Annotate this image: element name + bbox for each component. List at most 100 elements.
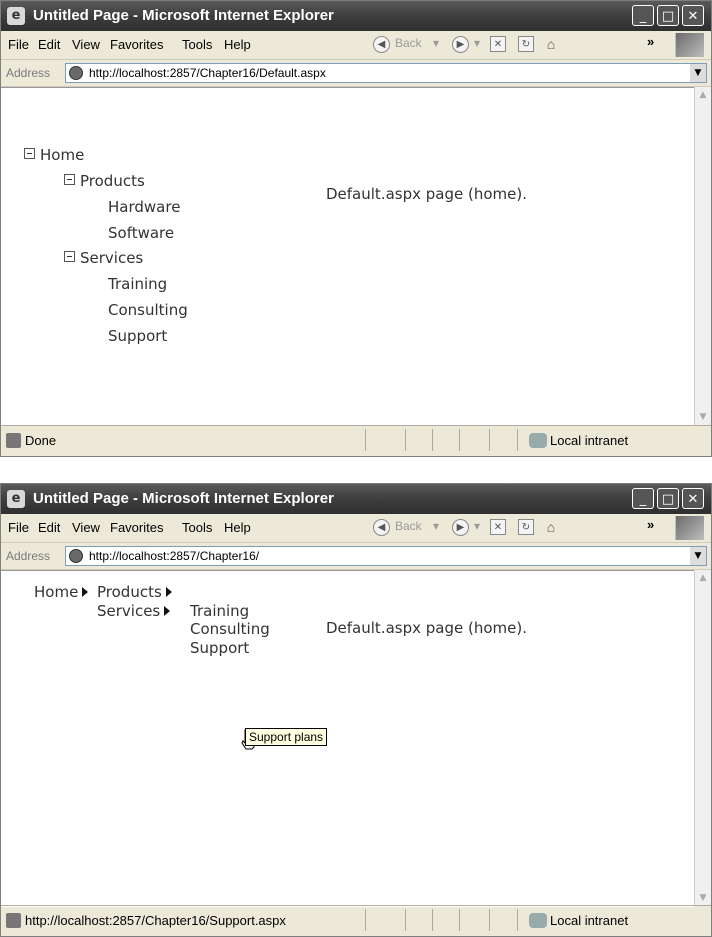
minimize-icon[interactable]: _ [632, 5, 654, 26]
stop-icon[interactable]: ✕ [490, 519, 506, 535]
refresh-icon[interactable]: ↻ [518, 519, 534, 535]
menu-item-training[interactable]: Training [190, 601, 249, 620]
menu-view[interactable]: View [72, 37, 100, 52]
scroll-up-icon[interactable]: ▲ [695, 570, 711, 586]
menu-edit[interactable]: Edit [38, 520, 60, 535]
tree-node-home[interactable]: Home [24, 145, 84, 164]
close-icon[interactable]: ✕ [682, 488, 704, 509]
menu-item-support[interactable]: Support [190, 638, 249, 657]
back-button-label[interactable]: Back [395, 36, 422, 50]
tree-node-software[interactable]: Software [108, 223, 174, 242]
page-content: Home Products Hardware Software Services… [1, 87, 695, 426]
address-bar: Address http://localhost:2857/Chapter16/… [1, 60, 711, 87]
back-icon[interactable]: ◀ [373, 519, 390, 536]
status-divider [432, 429, 433, 451]
maximize-icon[interactable]: □ [657, 5, 679, 26]
tree-node-products[interactable]: Products [64, 171, 145, 190]
status-divider [459, 909, 460, 931]
title-bar[interactable]: e Untitled Page - Microsoft Internet Exp… [1, 1, 711, 31]
forward-icon[interactable]: ▶ [452, 519, 469, 536]
status-divider [365, 429, 366, 451]
back-dropdown-icon[interactable]: ▾ [433, 519, 439, 533]
tree-node-services[interactable]: Services [64, 248, 143, 267]
address-input[interactable]: http://localhost:2857/Chapter16/ ▼ [65, 546, 707, 566]
status-divider [517, 909, 518, 931]
vertical-scrollbar[interactable]: ▲ ▼ [694, 570, 711, 906]
menu-item-services[interactable]: Services [97, 601, 171, 620]
refresh-icon[interactable]: ↻ [518, 36, 534, 52]
back-dropdown-icon[interactable]: ▾ [433, 36, 439, 50]
status-text: Done [25, 433, 57, 448]
intranet-icon [529, 433, 547, 448]
dropdown-icon[interactable]: ▼ [690, 64, 706, 82]
chevron-more-icon[interactable]: » [647, 34, 654, 49]
security-zone: Local intranet [550, 913, 629, 928]
back-icon[interactable]: ◀ [373, 36, 390, 53]
menu-tools[interactable]: Tools [182, 37, 212, 52]
minimize-icon[interactable]: _ [632, 488, 654, 509]
status-text: http://localhost:2857/Chapter16/Support.… [25, 913, 286, 928]
tree-node-consulting[interactable]: Consulting [108, 300, 188, 319]
forward-dropdown-icon[interactable]: ▾ [474, 519, 480, 533]
vertical-scrollbar[interactable]: ▲ ▼ [694, 87, 711, 425]
page-text: Default.aspx page (home). [326, 185, 527, 203]
submenu-arrow-icon [82, 587, 89, 597]
chevron-more-icon[interactable]: » [647, 517, 654, 532]
menu-item-products[interactable]: Products [97, 582, 172, 601]
page-content: Home Products Services Training Consulti… [1, 570, 695, 907]
browser-window-2: e Untitled Page - Microsoft Internet Exp… [0, 483, 712, 937]
back-button-label[interactable]: Back [395, 519, 422, 533]
status-divider [432, 909, 433, 931]
collapse-icon[interactable] [64, 174, 75, 185]
tooltip: Support plans [245, 728, 328, 746]
submenu-arrow-icon [165, 587, 172, 597]
forward-icon[interactable]: ▶ [452, 36, 469, 53]
menu-bar: File Edit View Favorites Tools Help ◀ Ba… [1, 514, 711, 543]
menu-help[interactable]: Help [224, 37, 251, 52]
title-bar[interactable]: e Untitled Page - Microsoft Internet Exp… [1, 484, 711, 514]
menu-edit[interactable]: Edit [38, 37, 60, 52]
windows-flag-icon [675, 33, 704, 57]
intranet-icon [529, 913, 547, 928]
menu-view[interactable]: View [72, 520, 100, 535]
window-title: Untitled Page - Microsoft Internet Explo… [33, 7, 334, 24]
status-divider [459, 429, 460, 451]
scroll-up-icon[interactable]: ▲ [695, 87, 711, 103]
security-zone: Local intranet [550, 433, 629, 448]
globe-icon [6, 433, 21, 448]
address-url[interactable]: http://localhost:2857/Chapter16/ [89, 549, 259, 563]
menu-help[interactable]: Help [224, 520, 251, 535]
menu-item-consulting[interactable]: Consulting [190, 619, 270, 638]
home-icon[interactable]: ⌂ [543, 36, 559, 52]
menu-file[interactable]: File [8, 37, 29, 52]
windows-flag-icon [675, 516, 704, 540]
status-divider [489, 429, 490, 451]
menu-item-home[interactable]: Home [34, 582, 89, 601]
scroll-down-icon[interactable]: ▼ [695, 409, 711, 425]
dropdown-icon[interactable]: ▼ [690, 547, 706, 565]
page-text: Default.aspx page (home). [326, 619, 527, 637]
close-icon[interactable]: ✕ [682, 5, 704, 26]
address-input[interactable]: http://localhost:2857/Chapter16/Default.… [65, 63, 707, 83]
address-label: Address [6, 66, 51, 80]
maximize-icon[interactable]: □ [657, 488, 679, 509]
scroll-down-icon[interactable]: ▼ [695, 890, 711, 906]
collapse-icon[interactable] [64, 251, 75, 262]
address-label: Address [6, 549, 51, 563]
menu-file[interactable]: File [8, 520, 29, 535]
status-divider [489, 909, 490, 931]
menu-favorites[interactable]: Favorites [110, 37, 163, 52]
menu-favorites[interactable]: Favorites [110, 520, 163, 535]
forward-dropdown-icon[interactable]: ▾ [474, 36, 480, 50]
address-url[interactable]: http://localhost:2857/Chapter16/Default.… [89, 66, 326, 80]
tree-node-training[interactable]: Training [108, 274, 167, 293]
tree-node-hardware[interactable]: Hardware [108, 197, 180, 216]
status-divider [405, 909, 406, 931]
browser-window-1: e Untitled Page - Microsoft Internet Exp… [0, 0, 712, 457]
stop-icon[interactable]: ✕ [490, 36, 506, 52]
menu-tools[interactable]: Tools [182, 520, 212, 535]
collapse-icon[interactable] [24, 148, 35, 159]
tree-node-support[interactable]: Support [108, 326, 167, 345]
address-bar: Address http://localhost:2857/Chapter16/… [1, 543, 711, 570]
home-icon[interactable]: ⌂ [543, 519, 559, 535]
